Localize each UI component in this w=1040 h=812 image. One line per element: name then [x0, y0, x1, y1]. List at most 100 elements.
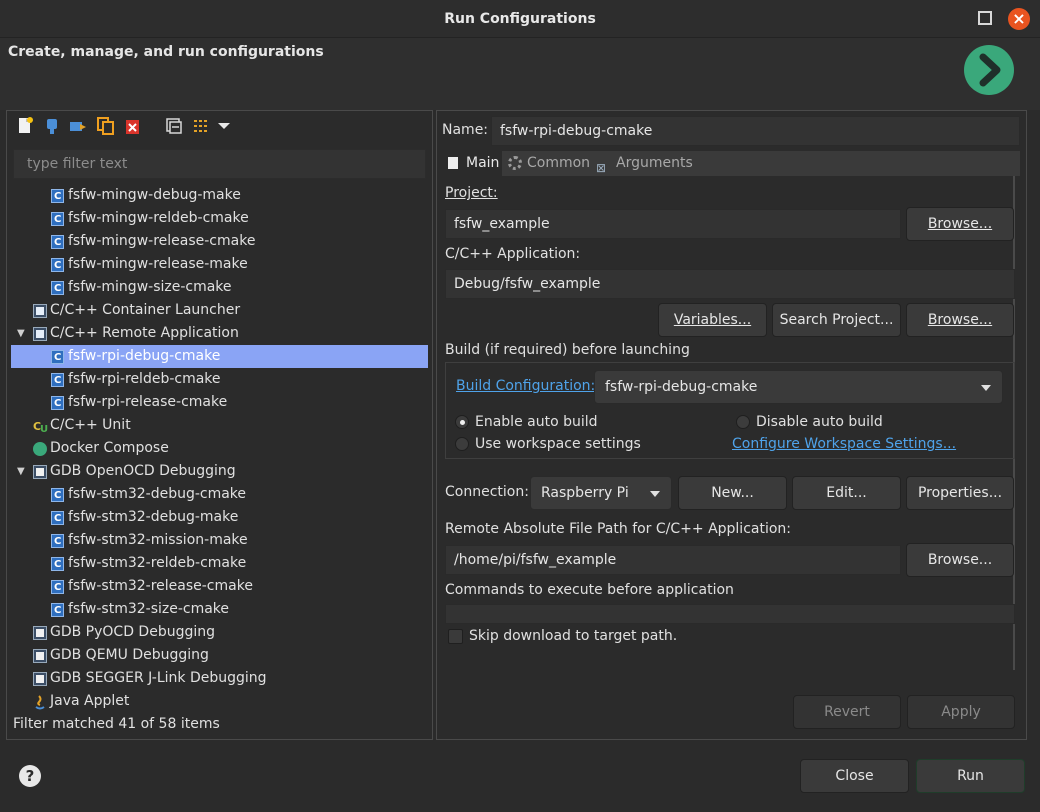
commands-input[interactable] [445, 604, 1015, 624]
application-browse-button[interactable]: Browse... [906, 303, 1014, 337]
connection-select[interactable]: Raspberry Pi [530, 476, 672, 510]
tree-item[interactable]: fsfw-rpi-debug-cmake [11, 345, 428, 369]
export-icon[interactable] [68, 116, 88, 136]
tree-item[interactable]: Docker Compose [11, 437, 428, 460]
edit-connection-button[interactable]: Edit... [792, 476, 901, 510]
close-button[interactable]: Close [800, 759, 909, 793]
c-config-icon [51, 576, 64, 599]
c-config-icon [51, 484, 64, 507]
build-configuration-link[interactable]: Build Configuration: [456, 378, 595, 394]
maximize-icon[interactable] [978, 11, 992, 25]
main-tab-icon [448, 157, 458, 169]
skip-download-label: Skip download to target path. [469, 628, 678, 644]
new-launch-config-icon[interactable] [15, 116, 35, 136]
enable-auto-build-radio[interactable] [455, 415, 469, 429]
run-button[interactable]: Run [916, 759, 1025, 793]
c-config-icon [51, 277, 64, 300]
tree-item[interactable]: fsfw-stm32-reldeb-cmake [11, 552, 428, 576]
docker-compose-icon [33, 442, 47, 456]
tree-item[interactable]: fsfw-stm32-mission-make [11, 529, 428, 553]
commands-label: Commands to execute before application [445, 582, 734, 598]
tab-arguments-label: Arguments [616, 155, 693, 171]
tree-item[interactable]: fsfw-mingw-size-cmake [11, 276, 428, 300]
tree-item[interactable]: fsfw-rpi-release-cmake [11, 391, 428, 415]
build-group-label: Build (if required) before launching [445, 342, 690, 358]
svg-text:U: U [40, 424, 48, 434]
filter-input[interactable] [13, 149, 426, 179]
tree-item-label: C/C++ Container Launcher [50, 302, 241, 318]
close-window-icon[interactable]: × [1008, 8, 1030, 30]
config-name-input[interactable]: fsfw-rpi-debug-cmake [491, 116, 1020, 146]
project-input[interactable]: fsfw_example [445, 209, 901, 239]
tree-item[interactable]: fsfw-mingw-reldeb-cmake [11, 207, 428, 231]
tree-item[interactable]: fsfw-stm32-size-cmake [11, 598, 428, 622]
tree-item[interactable]: fsfw-stm32-debug-cmake [11, 483, 428, 507]
expand-toggle-icon[interactable]: ▼ [17, 460, 25, 483]
project-browse-button[interactable]: Browse... [906, 207, 1014, 241]
tree-item-label: Docker Compose [50, 440, 169, 456]
use-workspace-settings-label: Use workspace settings [475, 436, 641, 452]
project-label: Project: [445, 185, 498, 201]
tree-item[interactable]: ▼ C/C++ Remote Application [11, 322, 428, 345]
collapse-all-icon[interactable] [164, 116, 184, 136]
config-tree[interactable]: fsfw-mingw-debug-make fsfw-mingw-reldeb-c… [11, 184, 428, 712]
c-config-icon [51, 185, 64, 208]
build-configuration-select[interactable]: fsfw-rpi-debug-cmake [594, 370, 1003, 404]
tree-item-label: fsfw-mingw-size-cmake [68, 279, 232, 295]
tree-item-label: fsfw-mingw-debug-make [68, 187, 241, 203]
skip-download-checkbox[interactable] [448, 629, 463, 644]
tree-item[interactable]: fsfw-mingw-release-make [11, 253, 428, 277]
remote-path-browse-button[interactable]: Browse... [906, 543, 1014, 577]
tree-item[interactable]: Java Applet [11, 690, 428, 712]
tab-common[interactable]: Common [505, 151, 590, 176]
tree-item[interactable]: C/C++ Container Launcher [11, 299, 428, 322]
duplicate-icon[interactable] [96, 116, 116, 136]
filter-status: Filter matched 41 of 58 items [13, 716, 220, 732]
connection-value: Raspberry Pi [541, 485, 629, 501]
variables-button[interactable]: Variables... [658, 303, 767, 337]
tree-item[interactable]: fsfw-rpi-reldeb-cmake [11, 368, 428, 392]
tree-item[interactable]: fsfw-stm32-debug-make [11, 506, 428, 530]
chevron-down-icon [650, 491, 660, 497]
c-config-icon [51, 231, 64, 254]
use-workspace-settings-radio[interactable] [455, 437, 469, 451]
apply-button[interactable]: Apply [907, 695, 1015, 729]
tree-item[interactable]: ▼ GDB OpenOCD Debugging [11, 460, 428, 483]
tree-item[interactable]: fsfw-mingw-release-cmake [11, 230, 428, 254]
c-config-icon [51, 599, 64, 622]
connection-properties-button[interactable]: Properties... [906, 476, 1014, 510]
tree-item-label: fsfw-mingw-release-make [68, 256, 248, 272]
help-icon[interactable]: ? [19, 765, 41, 787]
revert-button[interactable]: Revert [793, 695, 901, 729]
view-menu-chevron-icon[interactable] [214, 116, 234, 136]
gdb-openocd-icon [33, 465, 47, 479]
tree-item-label: GDB OpenOCD Debugging [50, 463, 236, 479]
new-prototype-icon[interactable] [42, 116, 62, 136]
tree-item[interactable]: fsfw-stm32-release-cmake [11, 575, 428, 599]
java-applet-icon [33, 694, 47, 710]
tree-item-label: fsfw-stm32-mission-make [68, 532, 248, 548]
tab-main[interactable]: Main [442, 151, 502, 176]
tree-item[interactable]: C U C/C++ Unit [11, 414, 428, 437]
expand-toggle-icon[interactable]: ▼ [17, 322, 25, 345]
delete-icon[interactable] [123, 116, 143, 136]
tree-item[interactable]: GDB SEGGER J-Link Debugging [11, 667, 428, 690]
remote-path-label: Remote Absolute File Path for C/C++ Appl… [445, 521, 792, 537]
tree-item[interactable]: GDB PyOCD Debugging [11, 621, 428, 644]
new-connection-button[interactable]: New... [678, 476, 787, 510]
tree-item-label: Java Applet [50, 693, 130, 709]
header-title: Create, manage, and run configurations [8, 44, 324, 60]
gdb-pyocd-icon [33, 626, 47, 640]
gdb-qemu-icon [33, 649, 47, 663]
c-config-icon [51, 369, 64, 392]
filter-icon[interactable] [191, 116, 211, 136]
search-project-button[interactable]: Search Project... [772, 303, 901, 337]
configure-workspace-link[interactable]: Configure Workspace Settings... [732, 436, 956, 452]
tree-item[interactable]: GDB QEMU Debugging [11, 644, 428, 667]
tab-arguments[interactable]: ⊠ Arguments [594, 151, 694, 176]
disable-auto-build-radio[interactable] [736, 415, 750, 429]
remote-path-input[interactable]: /home/pi/fsfw_example [445, 545, 901, 575]
application-input[interactable]: Debug/fsfw_example [445, 269, 1015, 299]
build-configuration-value: fsfw-rpi-debug-cmake [605, 379, 758, 395]
tree-item[interactable]: fsfw-mingw-debug-make [11, 184, 428, 208]
